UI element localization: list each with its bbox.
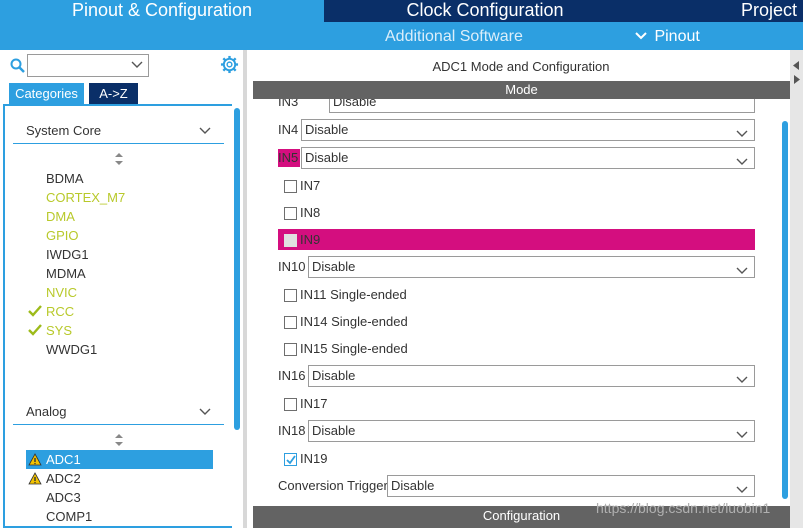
in8-label: IN8 [300,205,321,220]
in18-label: IN18 [278,423,306,438]
list-item-adc1[interactable]: ADC1 [46,450,81,469]
sort-icon[interactable] [114,434,124,446]
list-item-comp1[interactable]: COMP1 [46,507,92,526]
in3-select[interactable]: Disable [329,99,755,113]
chevron-down-icon[interactable] [736,153,748,165]
chevron-down-icon[interactable] [198,405,212,415]
chevron-down-icon[interactable] [736,125,748,137]
mode-panel: IN3 Disable IN4 Disable IN5 Disable IN7 … [253,99,790,501]
in16-select-value: Disable [312,368,356,383]
divider [13,424,224,425]
sub-menu-bar: Additional Software Pinout [0,22,803,50]
conversion-trigger-label: Conversion Trigger [278,478,388,493]
conversion-trigger-select[interactable]: Disable [387,475,755,497]
list-item-wwdg1[interactable]: WWDG1 [46,340,97,359]
gear-icon[interactable] [220,55,239,74]
group-system-core[interactable]: System Core [26,123,101,138]
search-icon[interactable] [10,58,26,74]
arrow-left-icon[interactable] [792,58,801,70]
in17-label: IN17 [300,396,328,411]
list-item-rcc[interactable]: RCC [46,302,74,321]
in8-checkbox[interactable] [284,207,297,220]
list-item-mdma[interactable]: MDMA [46,264,86,283]
in19-label: IN19 [300,451,328,466]
divider [13,143,224,144]
in19-checkbox[interactable] [284,453,297,466]
chevron-down-icon[interactable] [736,481,748,493]
list-item-iwdg1[interactable]: IWDG1 [46,245,89,264]
in4-select[interactable]: Disable [301,119,755,141]
warning-icon [28,472,42,485]
tab-categories[interactable]: Categories [9,83,84,104]
list-item-dma[interactable]: DMA [46,207,75,226]
in11-label: IN11 Single-ended [300,287,407,302]
list-item-cortex-m7[interactable]: CORTEX_M7 [46,188,125,207]
mode-panel-scrollbar[interactable] [779,99,790,501]
chevron-down-icon[interactable] [736,371,748,383]
list-item-sys[interactable]: SYS [46,321,72,340]
chevron-down-icon[interactable] [131,59,143,71]
tab-pinout-configuration[interactable]: Pinout & Configuration [0,0,324,22]
in7-checkbox[interactable] [284,180,297,193]
scrollbar-thumb[interactable] [234,108,240,430]
list-item-adc2[interactable]: ADC2 [46,469,81,488]
chevron-down-icon[interactable] [736,262,748,274]
side-collapse-strip[interactable] [790,50,803,528]
in4-label: IN4 [278,122,299,137]
list-item-gpio[interactable]: GPIO [46,226,79,245]
in3-select-value: Disable [333,99,377,109]
in14-label: IN14 Single-ended [300,314,408,329]
in5-label: IN5 [278,150,299,165]
watermark: https://blog.csdn.net/luobin1 [596,500,771,516]
warning-icon [28,453,42,466]
in9-checkbox[interactable] [284,234,297,247]
check-icon [28,324,42,336]
in3-label: IN3 [278,99,299,109]
tab-a-z[interactable]: A->Z [89,83,138,104]
tab-clock-configuration[interactable]: Clock Configuration [326,0,644,22]
in9-label: IN9 [300,232,321,247]
additional-software-menu[interactable]: Additional Software [385,22,523,50]
in15-label: IN15 Single-ended [300,341,408,356]
list-item-bdma[interactable]: BDMA [46,169,84,188]
list-item-nvic[interactable]: NVIC [46,283,77,302]
checkmark-icon [286,455,296,465]
in10-select[interactable]: Disable [308,256,755,278]
in7-label: IN7 [300,178,321,193]
sort-icon[interactable] [114,153,124,165]
chevron-down-icon[interactable] [198,124,212,134]
in18-select[interactable]: Disable [308,420,755,442]
conversion-trigger-value: Disable [391,478,435,493]
scrollbar-thumb[interactable] [782,121,788,499]
mode-section-header[interactable]: Mode [253,81,790,99]
chevron-down-icon[interactable] [736,426,748,438]
in17-checkbox[interactable] [284,398,297,411]
search-combo[interactable] [27,54,149,77]
in10-select-value: Disable [312,259,356,274]
categories-scrollbar[interactable] [232,104,243,528]
tab-project-manager[interactable]: Project [646,0,803,22]
panel-title: ADC1 Mode and Configuration [432,59,610,74]
in5-select[interactable]: Disable [301,147,755,169]
chevron-down-icon [634,22,650,51]
in15-checkbox[interactable] [284,343,297,356]
group-analog[interactable]: Analog [26,404,66,419]
in16-label: IN16 [278,368,306,383]
pin-conflict-highlight [278,229,755,250]
in14-checkbox[interactable] [284,316,297,329]
in11-checkbox[interactable] [284,289,297,302]
check-icon [28,305,42,317]
in16-select[interactable]: Disable [308,365,755,387]
top-tab-bar: Pinout & Configuration Clock Configurati… [0,0,803,22]
in18-select-value: Disable [312,423,356,438]
pinout-menu-label: Pinout [654,28,700,45]
in10-label: IN10 [278,259,306,274]
arrow-right-icon[interactable] [792,72,801,84]
in4-select-value: Disable [305,122,349,137]
in5-select-value: Disable [305,150,349,165]
pinout-menu[interactable]: Pinout [634,22,700,50]
list-item-adc3[interactable]: ADC3 [46,488,81,507]
